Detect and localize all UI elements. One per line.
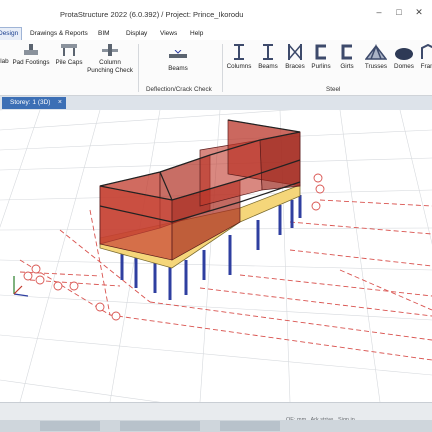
column-punching-label-1: Column xyxy=(99,59,121,66)
minimize-icon[interactable]: – xyxy=(372,6,386,18)
frames-label: Fram xyxy=(420,63,432,70)
pad-footing-icon xyxy=(24,44,38,55)
steel-group-label: Steel xyxy=(326,86,341,93)
steel-beams-button[interactable]: Beams xyxy=(256,44,280,71)
brace-icon xyxy=(288,44,302,60)
truss-icon xyxy=(365,44,387,60)
tab-help[interactable]: Help xyxy=(190,28,203,40)
girt-icon xyxy=(341,44,352,60)
pile-caps-button[interactable]: Pile Caps xyxy=(54,44,84,67)
pad-footings-button[interactable]: Pad Footings xyxy=(12,44,50,67)
tab-drawings-reports[interactable]: Drawings & Reports xyxy=(30,28,88,40)
column-punching-label-2: Punching Check xyxy=(87,67,133,74)
beams-deflection-label: Beams xyxy=(168,65,188,72)
tab-design[interactable]: Design xyxy=(0,27,23,40)
trusses-label: Trusses xyxy=(364,63,388,70)
steel-beam-icon xyxy=(263,44,273,60)
punching-check-icon xyxy=(102,44,118,56)
slab-button[interactable]: Slab xyxy=(0,58,9,66)
taskbar-item[interactable] xyxy=(40,421,100,431)
ribbon: Slab Pad Footings Pile Caps Column Punch… xyxy=(0,40,432,96)
close-icon[interactable]: ✕ xyxy=(412,6,426,18)
ribbon-divider xyxy=(138,44,139,92)
tab-views[interactable]: Views xyxy=(160,28,177,40)
slab-label: Slab xyxy=(0,58,9,65)
beams-deflection-button[interactable]: Beams xyxy=(164,50,192,73)
tab-bim[interactable]: BIM xyxy=(98,28,110,40)
pile-caps-label: Pile Caps xyxy=(55,59,83,66)
braces-button[interactable]: Braces xyxy=(283,44,307,71)
tab-storey-3d[interactable]: Storey: 1 (3D) × xyxy=(2,97,66,109)
domes-label: Domes xyxy=(394,63,414,70)
title-bar: ProtaStructure 2022 (6.0.392) / Project:… xyxy=(0,0,432,29)
domes-button[interactable]: Domes xyxy=(392,44,416,71)
taskbar-item[interactable] xyxy=(120,421,200,431)
purlin-icon xyxy=(315,44,326,60)
steel-column-icon xyxy=(234,44,244,60)
model-canvas[interactable] xyxy=(0,110,432,402)
pile-cap-icon xyxy=(61,44,77,56)
purlins-button[interactable]: Purlins xyxy=(309,44,333,71)
columns-label: Columns xyxy=(226,63,252,70)
dome-icon xyxy=(395,48,413,60)
ribbon-divider xyxy=(222,44,223,92)
girts-label: Girts xyxy=(340,63,354,70)
maximize-icon[interactable]: □ xyxy=(392,6,406,18)
purlins-label: Purlins xyxy=(311,63,331,70)
beam-check-icon xyxy=(169,50,187,58)
tab-storey-label: Storey: 1 (3D) xyxy=(10,99,51,106)
app-window: ProtaStructure 2022 (6.0.392) / Project:… xyxy=(0,0,432,432)
taskbar-item[interactable] xyxy=(220,421,280,431)
column-punching-check-button[interactable]: Column Punching Check xyxy=(86,44,134,75)
braces-label: Braces xyxy=(285,63,305,70)
frames-button[interactable]: Fram xyxy=(418,44,432,71)
window-title: ProtaStructure 2022 (6.0.392) / Project:… xyxy=(60,10,244,19)
steel-beams-label: Beams xyxy=(258,63,278,70)
deflection-group-label: Deflection/Crack Check xyxy=(146,86,212,93)
frame-icon xyxy=(421,44,432,59)
trusses-button[interactable]: Trusses xyxy=(362,44,390,71)
pad-footings-label: Pad Footings xyxy=(12,59,50,66)
ribbon-tabs: Design Drawings & Reports BIM Display Vi… xyxy=(0,27,432,40)
taskbar xyxy=(0,420,432,432)
girts-button[interactable]: Girts xyxy=(336,44,358,71)
close-tab-icon[interactable]: × xyxy=(58,97,62,109)
3d-viewport[interactable] xyxy=(0,110,432,402)
tab-display[interactable]: Display xyxy=(126,28,147,40)
document-tabs: Storey: 1 (3D) × xyxy=(0,96,432,110)
columns-button[interactable]: Columns xyxy=(226,44,252,71)
